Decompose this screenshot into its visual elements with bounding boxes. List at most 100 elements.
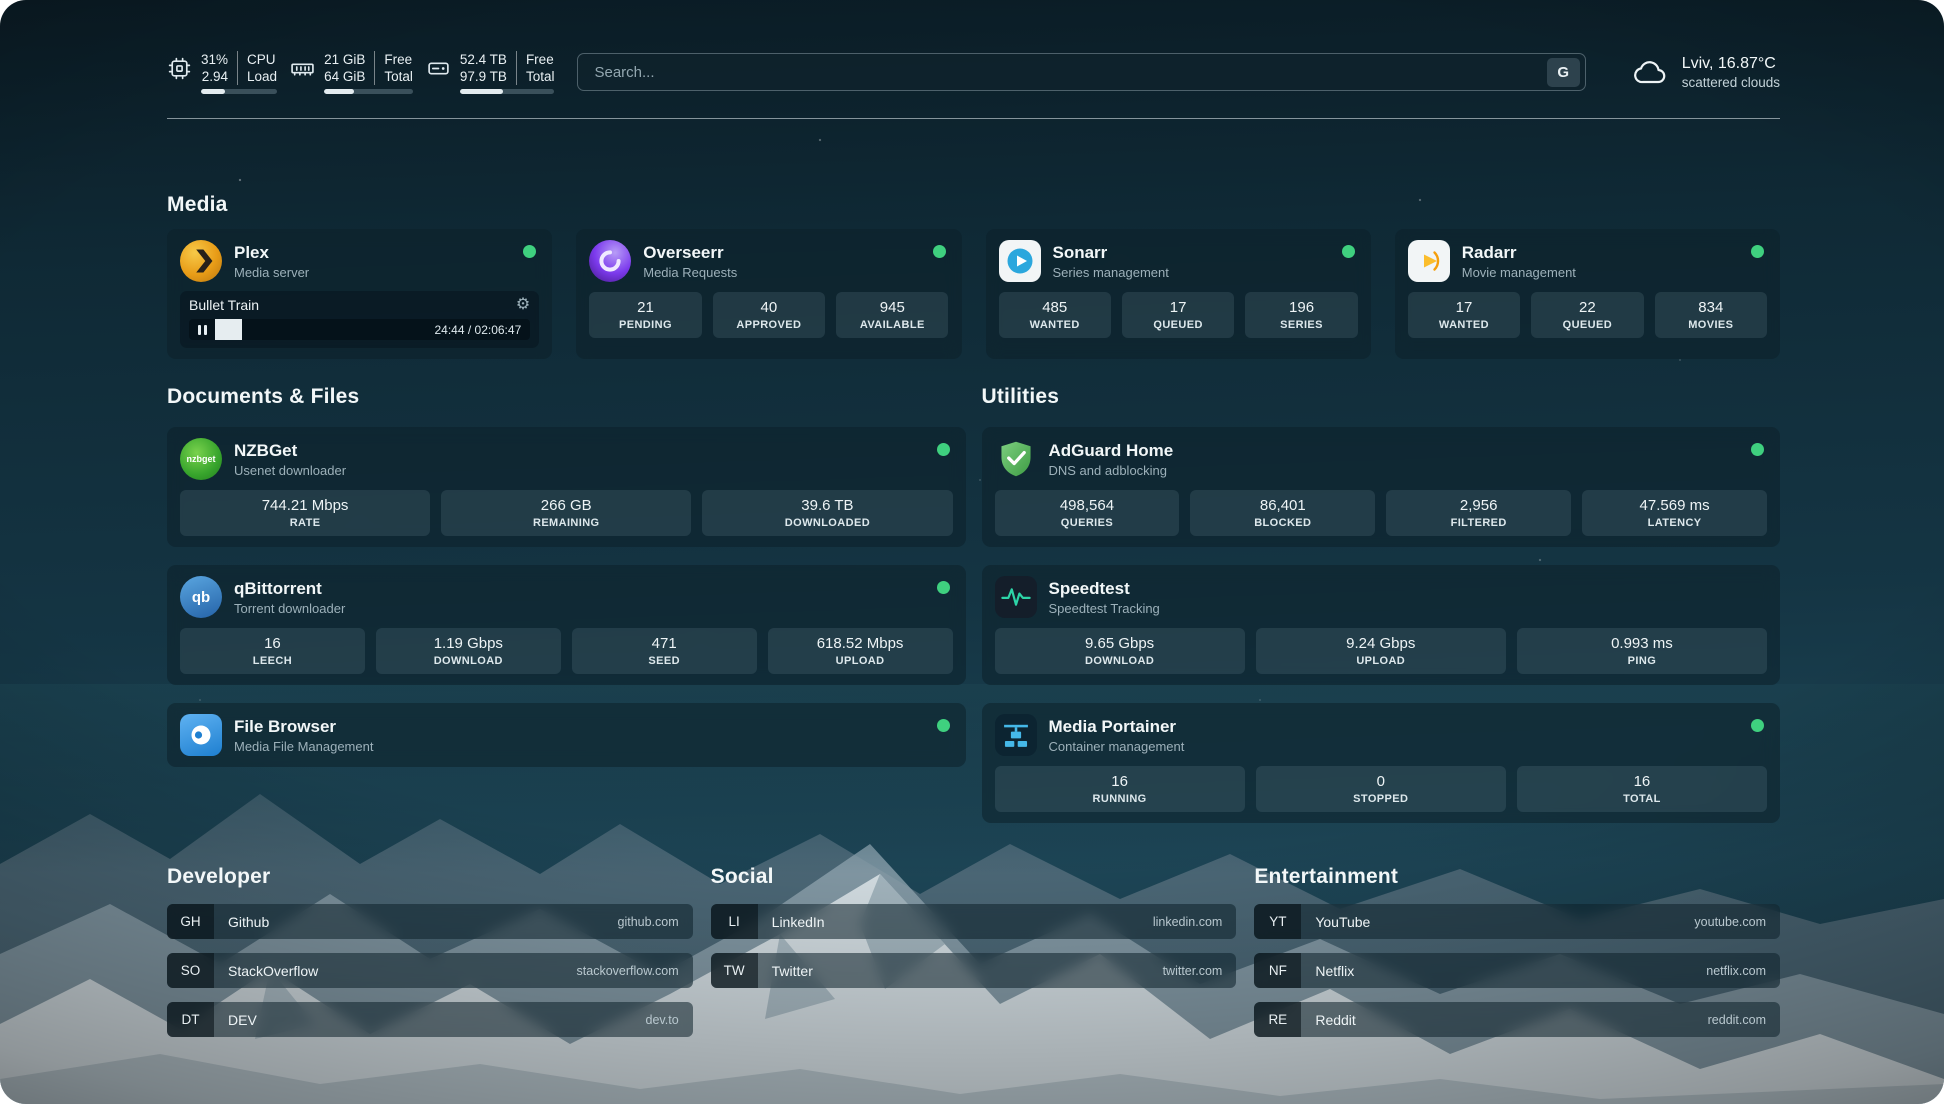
- stat-value: 2,956: [1460, 497, 1498, 514]
- disk-total-label: Total: [526, 68, 555, 85]
- bookmark-abbr: LI: [711, 904, 758, 939]
- stat-value: 485: [1042, 299, 1067, 316]
- disk-free-label: Free: [526, 51, 554, 68]
- stat-value: 744.21 Mbps: [262, 497, 349, 514]
- bookmark-abbr: NF: [1254, 953, 1301, 988]
- sonarr-icon: [999, 240, 1041, 282]
- service-card-overseerr[interactable]: Overseerr Media Requests 21 PENDING 40 A…: [576, 229, 961, 359]
- section-title-documents: Documents & Files: [167, 385, 966, 409]
- ram-free-label: Free: [384, 51, 412, 68]
- stat-block: 21 PENDING: [589, 292, 701, 338]
- stat-value: 9.24 Gbps: [1346, 635, 1415, 652]
- bookmark-stackoverflow[interactable]: SO StackOverflow stackoverflow.com: [167, 953, 693, 988]
- overseerr-icon: [589, 240, 631, 282]
- stat-value: 21: [637, 299, 654, 316]
- bookmark-linkedin[interactable]: LI LinkedIn linkedin.com: [711, 904, 1237, 939]
- plex-icon: [180, 240, 222, 282]
- service-name: Sonarr: [1053, 242, 1330, 263]
- bookmark-url: stackoverflow.com: [577, 964, 679, 978]
- bookmark-group-social: Social LI LinkedIn linkedin.com TW Twitt…: [711, 865, 1237, 1051]
- nzbget-icon: nzbget: [180, 438, 222, 480]
- stat-label: SERIES: [1280, 319, 1323, 331]
- service-name: AdGuard Home: [1049, 440, 1740, 461]
- bookmark-github[interactable]: GH Github github.com: [167, 904, 693, 939]
- service-desc: Movie management: [1462, 265, 1739, 280]
- service-name: Plex: [234, 242, 511, 263]
- search-provider-button[interactable]: G: [1547, 58, 1580, 87]
- stat-label: FILTERED: [1451, 517, 1507, 529]
- bookmark-name: Github: [228, 914, 269, 930]
- bookmark-name: LinkedIn: [772, 914, 825, 930]
- ram-total-label: Total: [384, 68, 413, 85]
- service-desc: Series management: [1053, 265, 1330, 280]
- stat-label: TOTAL: [1623, 793, 1661, 805]
- ram-icon: [290, 56, 315, 81]
- stat-value: 834: [1698, 299, 1723, 316]
- stat-block: 86,401 BLOCKED: [1190, 490, 1375, 536]
- cpu-load-value: 2.94: [202, 68, 228, 85]
- service-card-qbittorrent[interactable]: qb qBittorrent Torrent downloader 16 LEE…: [167, 565, 966, 685]
- service-card-adguard[interactable]: AdGuard Home DNS and adblocking 498,564 …: [982, 427, 1781, 547]
- stat-value: 17: [1456, 299, 1473, 316]
- stat-label: DOWNLOAD: [1085, 655, 1154, 667]
- stat-block: 618.52 Mbps UPLOAD: [768, 628, 953, 674]
- ram-widget: 21 GiB 64 GiB Free Total: [290, 51, 413, 94]
- stat-block: 16 TOTAL: [1517, 766, 1767, 812]
- cpu-progress-bar: [201, 89, 277, 94]
- bookmark-reddit[interactable]: RE Reddit reddit.com: [1254, 1002, 1780, 1037]
- bookmark-name: Netflix: [1315, 963, 1354, 979]
- disk-progress-bar: [460, 89, 555, 94]
- bookmark-dev[interactable]: DT DEV dev.to: [167, 1002, 693, 1037]
- stat-value: 40: [761, 299, 778, 316]
- service-desc: Media File Management: [234, 739, 925, 754]
- stat-label: QUERIES: [1061, 517, 1113, 529]
- weather-location: Lviv, 16.87°C: [1682, 54, 1780, 74]
- stat-value: 16: [1111, 773, 1128, 790]
- cpu-load-label: Load: [247, 68, 277, 85]
- qbittorrent-icon: qb: [180, 576, 222, 618]
- bookmark-name: Twitter: [772, 963, 813, 979]
- bookmark-youtube[interactable]: YT YouTube youtube.com: [1254, 904, 1780, 939]
- stat-label: UPLOAD: [1356, 655, 1405, 667]
- service-card-sonarr[interactable]: Sonarr Series management 485 WANTED 17 Q…: [986, 229, 1371, 359]
- status-dot-online: [1342, 245, 1355, 258]
- stat-label: AVAILABLE: [860, 319, 925, 331]
- bookmark-twitter[interactable]: TW Twitter twitter.com: [711, 953, 1237, 988]
- stat-block: 9.65 Gbps DOWNLOAD: [995, 628, 1245, 674]
- stat-block: 0 STOPPED: [1256, 766, 1506, 812]
- stat-value: 22: [1579, 299, 1596, 316]
- topbar-divider: [167, 118, 1780, 119]
- service-card-nzbget[interactable]: nzbget NZBGet Usenet downloader 744.21 M…: [167, 427, 966, 547]
- stat-label: STOPPED: [1353, 793, 1408, 805]
- stat-block: 16 LEECH: [180, 628, 365, 674]
- section-title-social: Social: [711, 865, 1237, 889]
- service-card-portainer[interactable]: Media Portainer Container management 16 …: [982, 703, 1781, 823]
- service-name: Overseerr: [643, 242, 920, 263]
- adguard-icon: [995, 438, 1037, 480]
- qbittorrent-icon-text: qb: [192, 589, 210, 606]
- stat-label: PING: [1628, 655, 1657, 667]
- bookmark-abbr: YT: [1254, 904, 1301, 939]
- stat-label: QUEUED: [1153, 319, 1202, 331]
- bookmark-name: Reddit: [1315, 1012, 1355, 1028]
- settings-gear-icon[interactable]: ⚙: [516, 297, 530, 313]
- plex-now-playing-panel: Bullet Train ⚙ 24:44 / 02:06:47: [180, 291, 539, 348]
- status-dot-online: [937, 581, 950, 594]
- stat-label: WANTED: [1030, 319, 1080, 331]
- pause-icon[interactable]: [189, 319, 215, 340]
- bookmark-abbr: SO: [167, 953, 214, 988]
- stat-block: 1.19 Gbps DOWNLOAD: [376, 628, 561, 674]
- weather-widget: Lviv, 16.87°C scattered clouds: [1633, 54, 1780, 91]
- service-desc: DNS and adblocking: [1049, 463, 1740, 478]
- service-card-filebrowser[interactable]: File Browser Media File Management: [167, 703, 966, 767]
- stat-value: 16: [264, 635, 281, 652]
- service-card-radarr[interactable]: Radarr Movie management 17 WANTED 22 QUE…: [1395, 229, 1780, 359]
- service-desc: Speedtest Tracking: [1049, 601, 1768, 616]
- search-input[interactable]: [592, 63, 1546, 82]
- service-card-plex[interactable]: Plex Media server Bullet Train ⚙: [167, 229, 552, 359]
- service-desc: Media Requests: [643, 265, 920, 280]
- section-documents: Documents & Files nzbget NZBGet Usenet d…: [167, 385, 966, 823]
- service-card-speedtest[interactable]: Speedtest Speedtest Tracking 9.65 Gbps D…: [982, 565, 1781, 685]
- bookmark-netflix[interactable]: NF Netflix netflix.com: [1254, 953, 1780, 988]
- section-media: Media Plex Media server: [167, 193, 1780, 359]
